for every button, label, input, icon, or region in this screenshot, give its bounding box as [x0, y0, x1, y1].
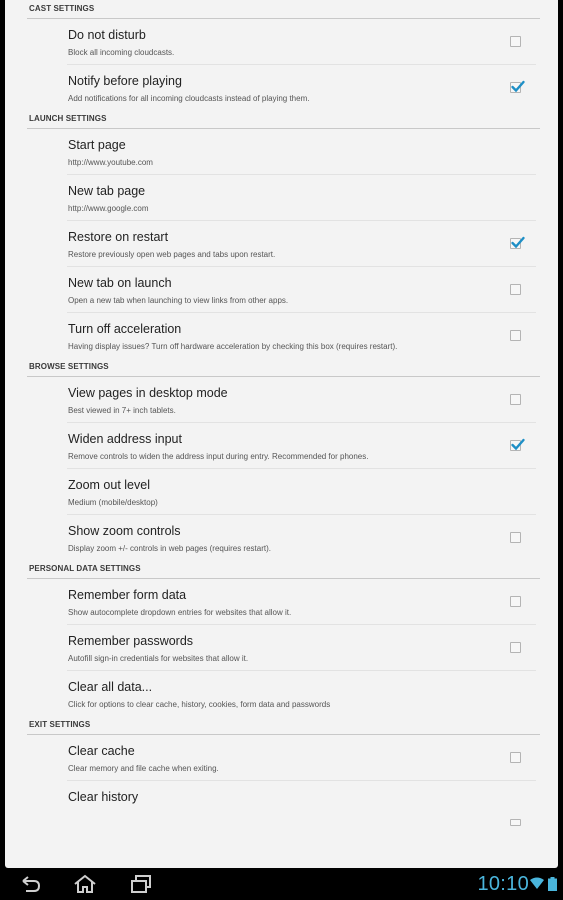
setting-checkbox[interactable]	[510, 752, 521, 763]
setting-row[interactable]: Zoom out level Medium (mobile/desktop)	[67, 469, 536, 515]
back-icon	[22, 876, 41, 892]
checkmark-icon	[511, 80, 525, 93]
setting-title: Remember form data	[68, 588, 187, 602]
setting-row[interactable]: Remember passwords Autofill sign-in crede…	[67, 625, 536, 671]
setting-row[interactable]: Notify before playing Add notifications f…	[67, 65, 536, 110]
checkmark-icon	[511, 236, 525, 249]
setting-summary: Having display issues? Turn off hardware…	[68, 342, 398, 351]
section-header-label: EXIT SETTINGS	[29, 720, 91, 729]
setting-title: New tab on launch	[68, 276, 172, 290]
setting-row[interactable]: Remember form data Show autocomplete drop…	[67, 579, 536, 625]
setting-row[interactable]: Turn off acceleration Having display issu…	[67, 313, 536, 358]
setting-title: View pages in desktop mode	[68, 386, 228, 400]
setting-summary: Show autocomplete dropdown entries for w…	[68, 608, 292, 617]
section-header: CAST SETTINGS	[27, 0, 540, 19]
recent-apps-icon	[131, 875, 151, 893]
section-header-label: CAST SETTINGS	[29, 4, 95, 13]
setting-title: Clear all data...	[68, 680, 153, 694]
home-icon	[74, 874, 96, 893]
clock: 10:10	[477, 873, 529, 895]
setting-title: Widen address input	[68, 432, 182, 446]
battery-icon	[548, 877, 557, 891]
setting-title: Zoom out level	[68, 478, 150, 492]
checkmark-icon	[511, 438, 525, 451]
setting-checkbox[interactable]	[510, 532, 521, 543]
setting-title: Clear cache	[68, 744, 135, 758]
setting-checkbox[interactable]	[510, 819, 521, 826]
setting-checkbox[interactable]	[510, 80, 525, 93]
settings-list: CAST SETTINGS Do not disturb Block all inc…	[5, 0, 558, 826]
setting-title: Restore on restart	[68, 230, 169, 244]
settings-panel: CAST SETTINGS Do not disturb Block all inc…	[5, 0, 558, 868]
setting-checkbox[interactable]	[510, 642, 521, 653]
screen: CAST SETTINGS Do not disturb Block all inc…	[0, 0, 563, 900]
setting-checkbox[interactable]	[510, 596, 521, 607]
setting-title: Notify before playing	[68, 74, 182, 88]
section-header: PERSONAL DATA SETTINGS	[27, 560, 540, 579]
home-button[interactable]	[72, 873, 98, 895]
setting-row[interactable]: Widen address input Remove controls to wi…	[67, 423, 536, 469]
navigation-bar: 10:10	[0, 868, 563, 900]
setting-summary: Block all incoming cloudcasts.	[68, 48, 175, 57]
setting-title: Remember passwords	[68, 634, 194, 648]
setting-summary: Display zoom +/- controls in web pages (…	[68, 544, 271, 553]
setting-row[interactable]: View pages in desktop mode Best viewed in…	[67, 377, 536, 423]
setting-row[interactable]: New tab page http://www.google.com	[67, 175, 536, 221]
setting-summary: Remove controls to widen the address inp…	[68, 452, 369, 461]
section-header: EXIT SETTINGS	[27, 716, 540, 735]
setting-summary: Clear memory and file cache when exiting…	[68, 764, 219, 773]
setting-row[interactable]: Restore on restart Restore previously ope…	[67, 221, 536, 267]
setting-row[interactable]: Clear all data... Click for options to cl…	[67, 671, 536, 716]
setting-row[interactable]: Do not disturb Block all incoming cloudca…	[67, 19, 536, 65]
wifi-icon	[530, 877, 544, 889]
setting-title: Show zoom controls	[68, 524, 181, 538]
setting-checkbox[interactable]	[510, 284, 521, 295]
section-header-label: LAUNCH SETTINGS	[29, 114, 107, 123]
setting-row[interactable]: Show zoom controls Display zoom +/- contr…	[67, 515, 536, 560]
setting-row[interactable]: New tab on launch Open a new tab when lau…	[67, 267, 536, 313]
setting-checkbox[interactable]	[510, 438, 525, 451]
setting-row[interactable]: Clear cache Clear memory and file cache w…	[67, 735, 536, 781]
setting-summary: Autofill sign-in credentials for website…	[68, 654, 249, 663]
setting-summary: http://www.google.com	[68, 204, 149, 213]
setting-summary: Click for options to clear cache, histor…	[68, 700, 331, 709]
setting-summary: Restore previously open web pages and ta…	[68, 250, 276, 259]
setting-checkbox[interactable]	[510, 236, 525, 249]
setting-row[interactable]: Clear history	[67, 781, 536, 826]
setting-title: Clear history	[68, 790, 139, 804]
section-header-label: BROWSE SETTINGS	[29, 362, 109, 371]
setting-checkbox[interactable]	[510, 36, 521, 47]
setting-title: Turn off acceleration	[68, 322, 182, 336]
setting-row[interactable]: Start page http://www.youtube.com	[67, 129, 536, 175]
setting-summary: Open a new tab when launching to view li…	[68, 296, 289, 305]
section-header: LAUNCH SETTINGS	[27, 110, 540, 129]
recent-apps-button[interactable]	[128, 873, 154, 895]
setting-summary: Best viewed in 7+ inch tablets.	[68, 406, 176, 415]
setting-title: Do not disturb	[68, 28, 146, 42]
setting-checkbox[interactable]	[510, 330, 521, 341]
section-header: BROWSE SETTINGS	[27, 358, 540, 377]
setting-summary: Medium (mobile/desktop)	[68, 498, 158, 507]
setting-summary: Add notifications for all incoming cloud…	[68, 94, 310, 103]
section-header-label: PERSONAL DATA SETTINGS	[29, 564, 141, 573]
setting-checkbox[interactable]	[510, 394, 521, 405]
setting-summary: http://www.youtube.com	[68, 158, 153, 167]
back-button[interactable]	[17, 873, 43, 895]
setting-title: New tab page	[68, 184, 146, 198]
setting-title: Start page	[68, 138, 126, 152]
